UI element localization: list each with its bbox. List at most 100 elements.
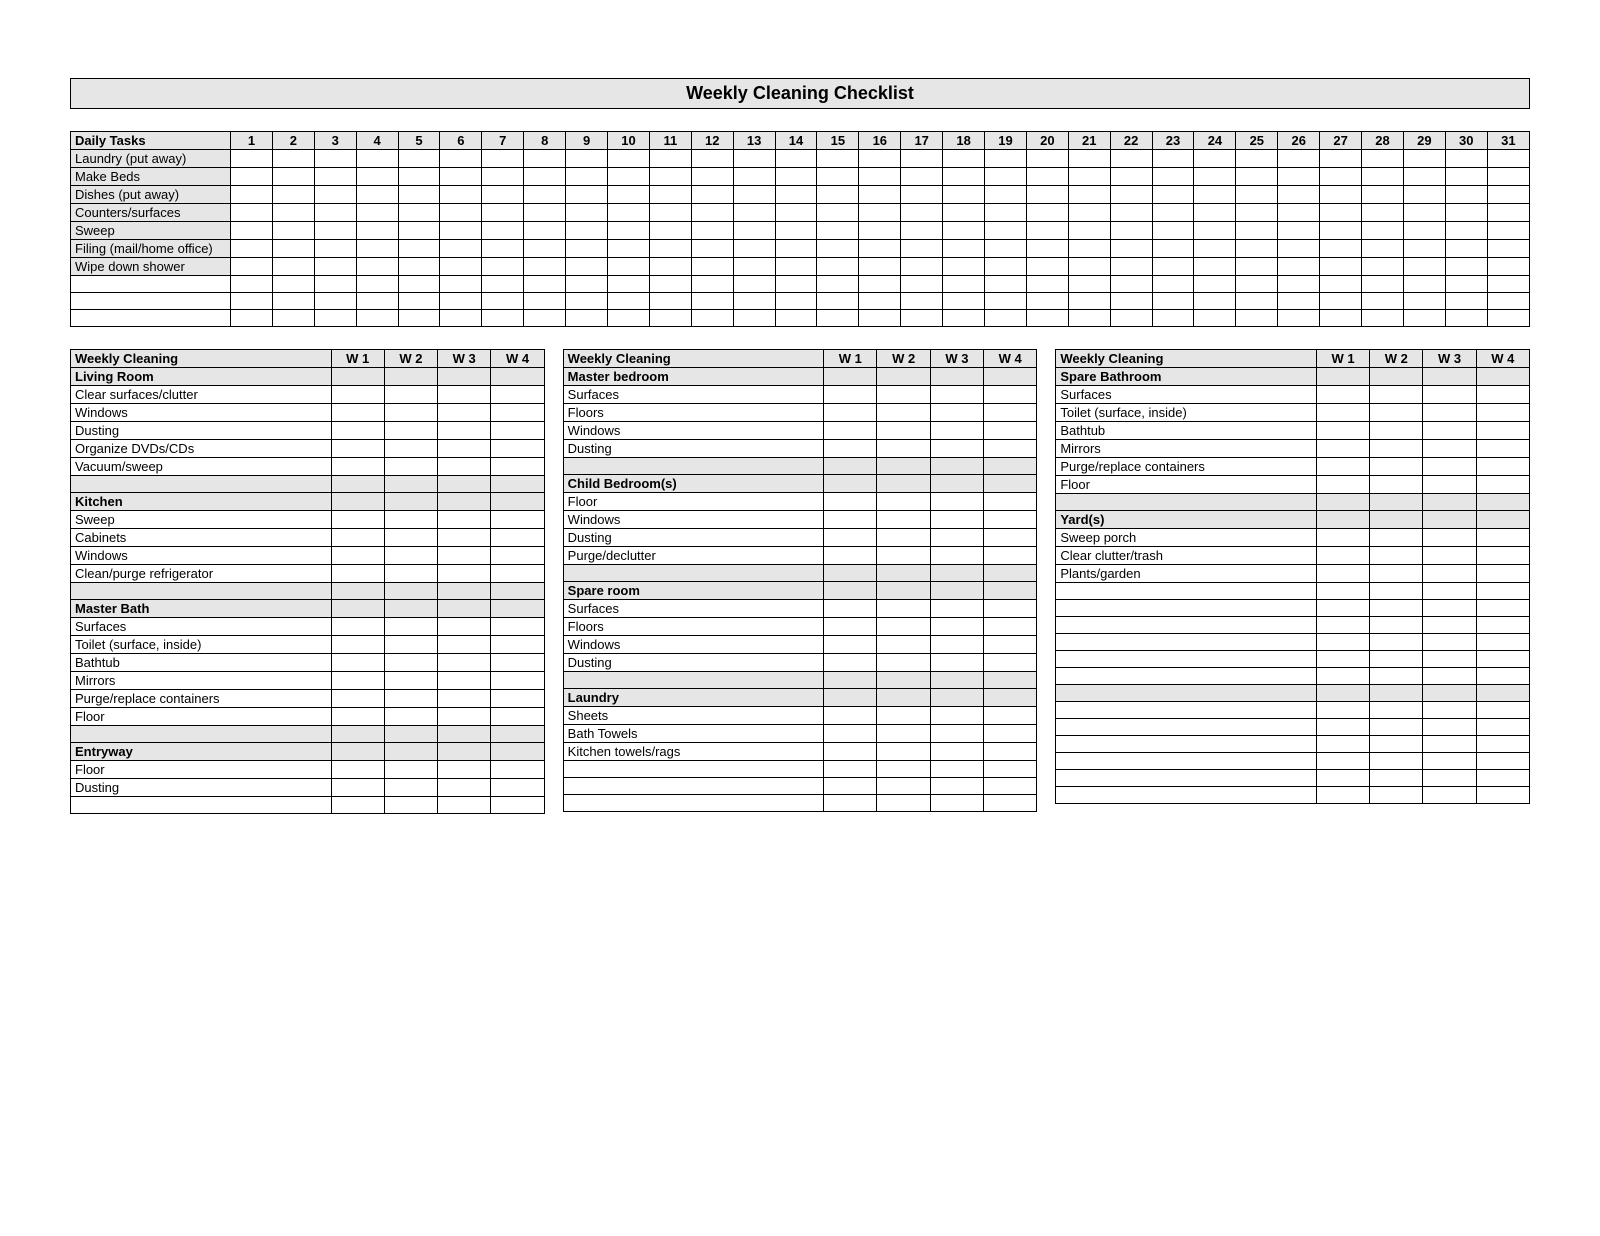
daily-check-cell[interactable] <box>398 150 440 168</box>
daily-check-cell[interactable] <box>733 168 775 186</box>
daily-check-cell[interactable] <box>1362 150 1404 168</box>
weekly-task-blank[interactable] <box>1056 668 1317 685</box>
daily-check-cell[interactable] <box>1110 150 1152 168</box>
daily-check-cell[interactable] <box>1403 276 1445 293</box>
weekly-check-cell[interactable] <box>1423 702 1476 719</box>
daily-check-cell[interactable] <box>440 186 482 204</box>
daily-check-cell[interactable] <box>1068 310 1110 327</box>
daily-check-cell[interactable] <box>901 258 943 276</box>
weekly-check-cell[interactable] <box>1423 617 1476 634</box>
daily-check-cell[interactable] <box>398 168 440 186</box>
daily-check-cell[interactable] <box>901 240 943 258</box>
weekly-check-cell[interactable] <box>984 761 1037 778</box>
daily-check-cell[interactable] <box>901 276 943 293</box>
daily-check-cell[interactable] <box>1362 258 1404 276</box>
daily-check-cell[interactable] <box>566 293 608 310</box>
weekly-check-cell[interactable] <box>984 707 1037 725</box>
weekly-check-cell[interactable] <box>331 529 384 547</box>
weekly-check-cell[interactable] <box>984 440 1037 458</box>
weekly-check-cell[interactable] <box>438 529 491 547</box>
weekly-check-cell[interactable] <box>1476 753 1529 770</box>
daily-check-cell[interactable] <box>524 222 566 240</box>
daily-check-cell[interactable] <box>649 150 691 168</box>
weekly-check-cell[interactable] <box>824 547 877 565</box>
daily-check-cell[interactable] <box>775 310 817 327</box>
daily-check-cell[interactable] <box>272 186 314 204</box>
weekly-check-cell[interactable] <box>384 511 437 529</box>
weekly-task-blank[interactable] <box>563 761 824 778</box>
daily-check-cell[interactable] <box>1403 186 1445 204</box>
weekly-check-cell[interactable] <box>384 404 437 422</box>
daily-check-cell[interactable] <box>817 168 859 186</box>
daily-check-cell[interactable] <box>1362 240 1404 258</box>
daily-check-cell[interactable] <box>566 276 608 293</box>
daily-check-cell[interactable] <box>1152 204 1194 222</box>
daily-check-cell[interactable] <box>1152 310 1194 327</box>
daily-check-cell[interactable] <box>1026 204 1068 222</box>
daily-check-cell[interactable] <box>943 186 985 204</box>
daily-check-cell[interactable] <box>314 293 356 310</box>
daily-check-cell[interactable] <box>1320 150 1362 168</box>
weekly-check-cell[interactable] <box>1476 787 1529 804</box>
daily-check-cell[interactable] <box>272 276 314 293</box>
daily-check-cell[interactable] <box>1110 293 1152 310</box>
daily-check-cell[interactable] <box>1152 186 1194 204</box>
daily-check-cell[interactable] <box>943 222 985 240</box>
daily-check-cell[interactable] <box>1445 310 1487 327</box>
weekly-check-cell[interactable] <box>1316 787 1369 804</box>
daily-check-cell[interactable] <box>1403 168 1445 186</box>
daily-check-cell[interactable] <box>649 258 691 276</box>
weekly-check-cell[interactable] <box>1316 770 1369 787</box>
daily-check-cell[interactable] <box>1362 293 1404 310</box>
daily-check-cell[interactable] <box>649 310 691 327</box>
weekly-check-cell[interactable] <box>877 404 930 422</box>
weekly-check-cell[interactable] <box>1476 719 1529 736</box>
daily-check-cell[interactable] <box>1445 276 1487 293</box>
weekly-check-cell[interactable] <box>438 779 491 797</box>
weekly-task-blank[interactable] <box>1056 736 1317 753</box>
daily-check-cell[interactable] <box>272 293 314 310</box>
weekly-check-cell[interactable] <box>930 386 983 404</box>
daily-check-cell[interactable] <box>231 222 273 240</box>
daily-check-cell[interactable] <box>901 204 943 222</box>
weekly-check-cell[interactable] <box>491 636 544 654</box>
daily-check-cell[interactable] <box>1487 168 1529 186</box>
daily-check-cell[interactable] <box>524 204 566 222</box>
daily-check-cell[interactable] <box>817 293 859 310</box>
daily-check-cell[interactable] <box>775 222 817 240</box>
weekly-check-cell[interactable] <box>1423 404 1476 422</box>
weekly-check-cell[interactable] <box>1370 583 1423 600</box>
weekly-check-cell[interactable] <box>384 690 437 708</box>
weekly-check-cell[interactable] <box>824 725 877 743</box>
daily-check-cell[interactable] <box>817 240 859 258</box>
daily-check-cell[interactable] <box>775 240 817 258</box>
daily-check-cell[interactable] <box>272 222 314 240</box>
weekly-check-cell[interactable] <box>1476 547 1529 565</box>
weekly-check-cell[interactable] <box>491 761 544 779</box>
daily-check-cell[interactable] <box>1320 293 1362 310</box>
weekly-check-cell[interactable] <box>1476 770 1529 787</box>
weekly-check-cell[interactable] <box>1423 651 1476 668</box>
weekly-check-cell[interactable] <box>1423 583 1476 600</box>
weekly-check-cell[interactable] <box>1423 736 1476 753</box>
weekly-check-cell[interactable] <box>1316 634 1369 651</box>
daily-check-cell[interactable] <box>691 276 733 293</box>
weekly-check-cell[interactable] <box>930 529 983 547</box>
daily-check-cell[interactable] <box>859 168 901 186</box>
daily-check-cell[interactable] <box>1110 204 1152 222</box>
daily-check-cell[interactable] <box>985 310 1027 327</box>
daily-check-cell[interactable] <box>314 186 356 204</box>
daily-check-cell[interactable] <box>1194 293 1236 310</box>
daily-check-cell[interactable] <box>733 276 775 293</box>
weekly-task-blank[interactable] <box>1056 651 1317 668</box>
weekly-check-cell[interactable] <box>824 636 877 654</box>
daily-check-cell[interactable] <box>566 204 608 222</box>
weekly-task-blank[interactable] <box>1056 753 1317 770</box>
daily-check-cell[interactable] <box>733 150 775 168</box>
weekly-check-cell[interactable] <box>824 618 877 636</box>
daily-check-cell[interactable] <box>1320 310 1362 327</box>
weekly-check-cell[interactable] <box>438 761 491 779</box>
daily-check-cell[interactable] <box>314 168 356 186</box>
daily-check-cell[interactable] <box>1068 240 1110 258</box>
weekly-check-cell[interactable] <box>1476 404 1529 422</box>
